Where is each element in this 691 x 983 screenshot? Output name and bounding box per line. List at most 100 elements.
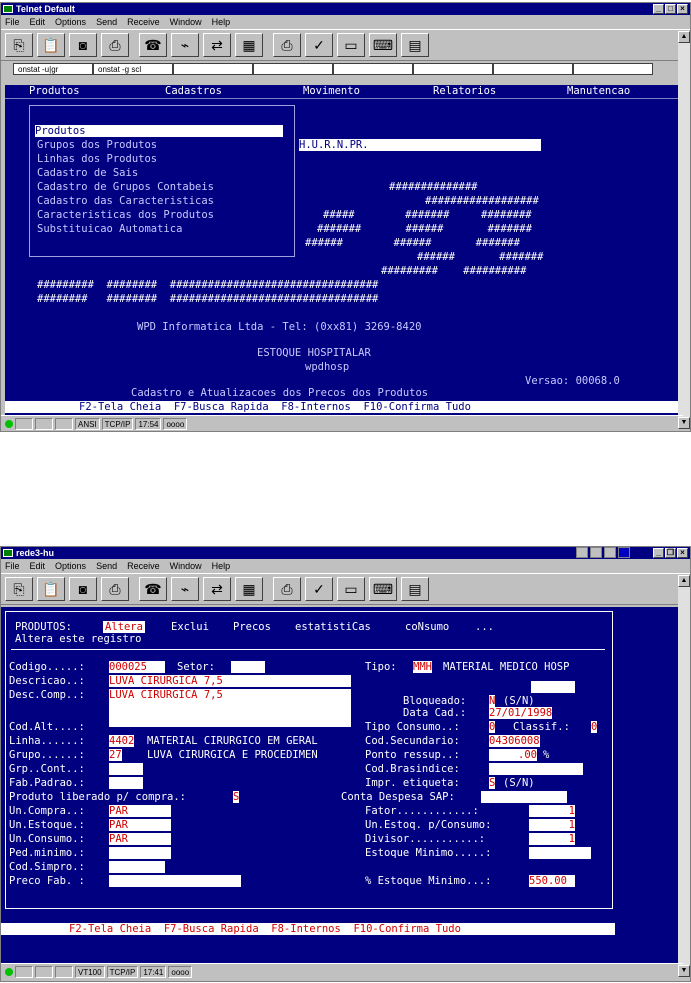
menu-item-linhas[interactable]: Linhas dos Produtos — [37, 153, 157, 165]
session-tab[interactable] — [413, 63, 493, 75]
tipo-field[interactable]: MMH — [413, 661, 432, 673]
copy-icon[interactable]: ⎘ — [5, 577, 33, 601]
paste-icon[interactable]: 📋 — [37, 577, 65, 601]
fator-field[interactable]: 1 — [529, 805, 575, 817]
printer-setup-icon[interactable]: ⎙ — [273, 577, 301, 601]
menu-item-produtos[interactable]: Produtos — [35, 125, 283, 137]
scroll-up-arrow[interactable]: ▲ — [678, 31, 690, 43]
impr-etiqueta-field[interactable]: S — [489, 777, 496, 789]
grupo-field[interactable]: 27 — [109, 749, 122, 761]
menu-movimento[interactable]: Movimento — [303, 85, 360, 97]
menu-relatorios[interactable]: Relatorios — [433, 85, 496, 97]
setor-field[interactable] — [231, 661, 265, 673]
menu-file[interactable]: File — [5, 17, 20, 27]
disconnect-icon[interactable]: ⌁ — [171, 33, 199, 57]
keyboard-icon[interactable]: ⌨ — [369, 577, 397, 601]
action-exclui[interactable]: Exclui — [171, 621, 209, 633]
tray-icon[interactable] — [590, 547, 602, 558]
scroll-up-arrow[interactable]: ▲ — [678, 575, 690, 587]
grid-icon[interactable]: ▦ — [235, 33, 263, 57]
desc-comp-field[interactable]: LUVA CIRURGICA 7,5 — [109, 689, 351, 727]
codigo-field[interactable]: 000025 — [109, 661, 165, 673]
menu-receive[interactable]: Receive — [127, 17, 160, 27]
grid-icon[interactable]: ▦ — [235, 577, 263, 601]
session-tab[interactable] — [573, 63, 653, 75]
session-tab[interactable] — [253, 63, 333, 75]
spellcheck-icon[interactable]: ✓ — [305, 33, 333, 57]
action-estatisticas[interactable]: estatistiCas — [295, 621, 371, 633]
print-icon[interactable]: ⎙ — [101, 33, 129, 57]
folder-icon[interactable]: ▤ — [401, 33, 429, 57]
menu-item-cad-caracteristicas[interactable]: Cadastro das Caracteristicas — [37, 195, 214, 207]
menu-window[interactable]: Window — [170, 17, 202, 27]
menu-receive[interactable]: Receive — [127, 561, 160, 571]
ponto-ressup-field[interactable]: .00 — [489, 749, 537, 761]
copy-icon[interactable]: ⎘ — [5, 33, 33, 57]
spellcheck-icon[interactable]: ✓ — [305, 577, 333, 601]
menu-options[interactable]: Options — [55, 561, 86, 571]
vertical-scrollbar[interactable]: ▲ ▼ — [678, 575, 690, 977]
linha-field[interactable]: 4402 — [109, 735, 135, 747]
data-cad-field[interactable]: 27/01/1998 — [489, 707, 553, 719]
preco-fab-field[interactable] — [109, 875, 241, 887]
blank-field[interactable] — [531, 681, 575, 693]
session-tab[interactable] — [173, 63, 253, 75]
un-consumo-field[interactable]: PAR — [109, 833, 171, 845]
minimize-button[interactable]: _ — [653, 548, 664, 558]
un-compra-field[interactable]: PAR — [109, 805, 171, 817]
liberado-field[interactable]: S — [233, 791, 240, 803]
menu-edit[interactable]: Edit — [30, 17, 46, 27]
session-tab[interactable]: onstat -u|gr — [13, 63, 93, 75]
cod-simpro-field[interactable] — [109, 861, 165, 873]
menu-item-substituicao[interactable]: Substituicao Automatica — [37, 223, 182, 235]
menu-item-grupos[interactable]: Grupos dos Produtos — [37, 139, 157, 151]
menu-produtos[interactable]: Produtos — [29, 85, 80, 97]
terminal-screen[interactable]: PRODUTOS: Altera Exclui Precos estatisti… — [1, 607, 679, 963]
action-altera[interactable]: Altera — [103, 621, 145, 633]
estoque-minimo-field[interactable] — [529, 847, 591, 859]
menu-send[interactable]: Send — [96, 561, 117, 571]
tray-icon[interactable] — [618, 547, 630, 558]
session-tab[interactable]: onstat -g scl — [93, 63, 173, 75]
action-more[interactable]: ... — [475, 621, 494, 633]
session-tab[interactable] — [333, 63, 413, 75]
camera-icon[interactable]: ◙ — [69, 577, 97, 601]
menu-manutencao[interactable]: Manutencao — [567, 85, 630, 97]
close-button[interactable]: × — [677, 548, 688, 558]
menu-help[interactable]: Help — [212, 561, 231, 571]
menu-item-grupos-contabeis[interactable]: Cadastro de Grupos Contabeis — [37, 181, 214, 193]
menu-edit[interactable]: Edit — [30, 561, 46, 571]
menu-cadastros[interactable]: Cadastros — [165, 85, 222, 97]
ped-minimo-field[interactable] — [109, 847, 171, 859]
phone-icon[interactable]: ☎ — [139, 33, 167, 57]
menu-window[interactable]: Window — [170, 561, 202, 571]
menu-item-caracteristicas-produtos[interactable]: Caracteristicas dos Produtos — [37, 209, 214, 221]
tray-icon[interactable] — [604, 547, 616, 558]
session-tab[interactable] — [493, 63, 573, 75]
action-precos[interactable]: Precos — [233, 621, 271, 633]
fab-padrao-field[interactable] — [109, 777, 143, 789]
grp-cont-field[interactable] — [109, 763, 143, 775]
monitor-icon[interactable]: ▭ — [337, 577, 365, 601]
vertical-scrollbar[interactable]: ▲ ▼ — [678, 31, 690, 429]
window-title-bar[interactable]: rede3-hu _ ❐ × — [1, 547, 690, 559]
camera-icon[interactable]: ◙ — [69, 33, 97, 57]
print-icon[interactable]: ⎙ — [101, 577, 129, 601]
pct-estoque-minimo-field[interactable]: 550.00 — [529, 875, 575, 887]
menu-send[interactable]: Send — [96, 17, 117, 27]
paste-icon[interactable]: 📋 — [37, 33, 65, 57]
action-consumo[interactable]: coNsumo — [405, 621, 449, 633]
phone-icon[interactable]: ☎ — [139, 577, 167, 601]
monitor-icon[interactable]: ▭ — [337, 33, 365, 57]
minimize-button[interactable]: _ — [653, 4, 664, 14]
menu-options[interactable]: Options — [55, 17, 86, 27]
bloqueado-field[interactable]: N — [489, 695, 496, 707]
transfer-icon[interactable]: ⇄ — [203, 33, 231, 57]
maximize-button[interactable]: □ — [665, 4, 676, 14]
menu-item-sais[interactable]: Cadastro de Sais — [37, 167, 138, 179]
transfer-icon[interactable]: ⇄ — [203, 577, 231, 601]
restore-button[interactable]: ❐ — [665, 548, 676, 558]
cod-secundario-field[interactable]: 04306008 — [489, 735, 540, 747]
divisor-field[interactable]: 1 — [529, 833, 575, 845]
conta-despesa-field[interactable] — [481, 791, 567, 803]
